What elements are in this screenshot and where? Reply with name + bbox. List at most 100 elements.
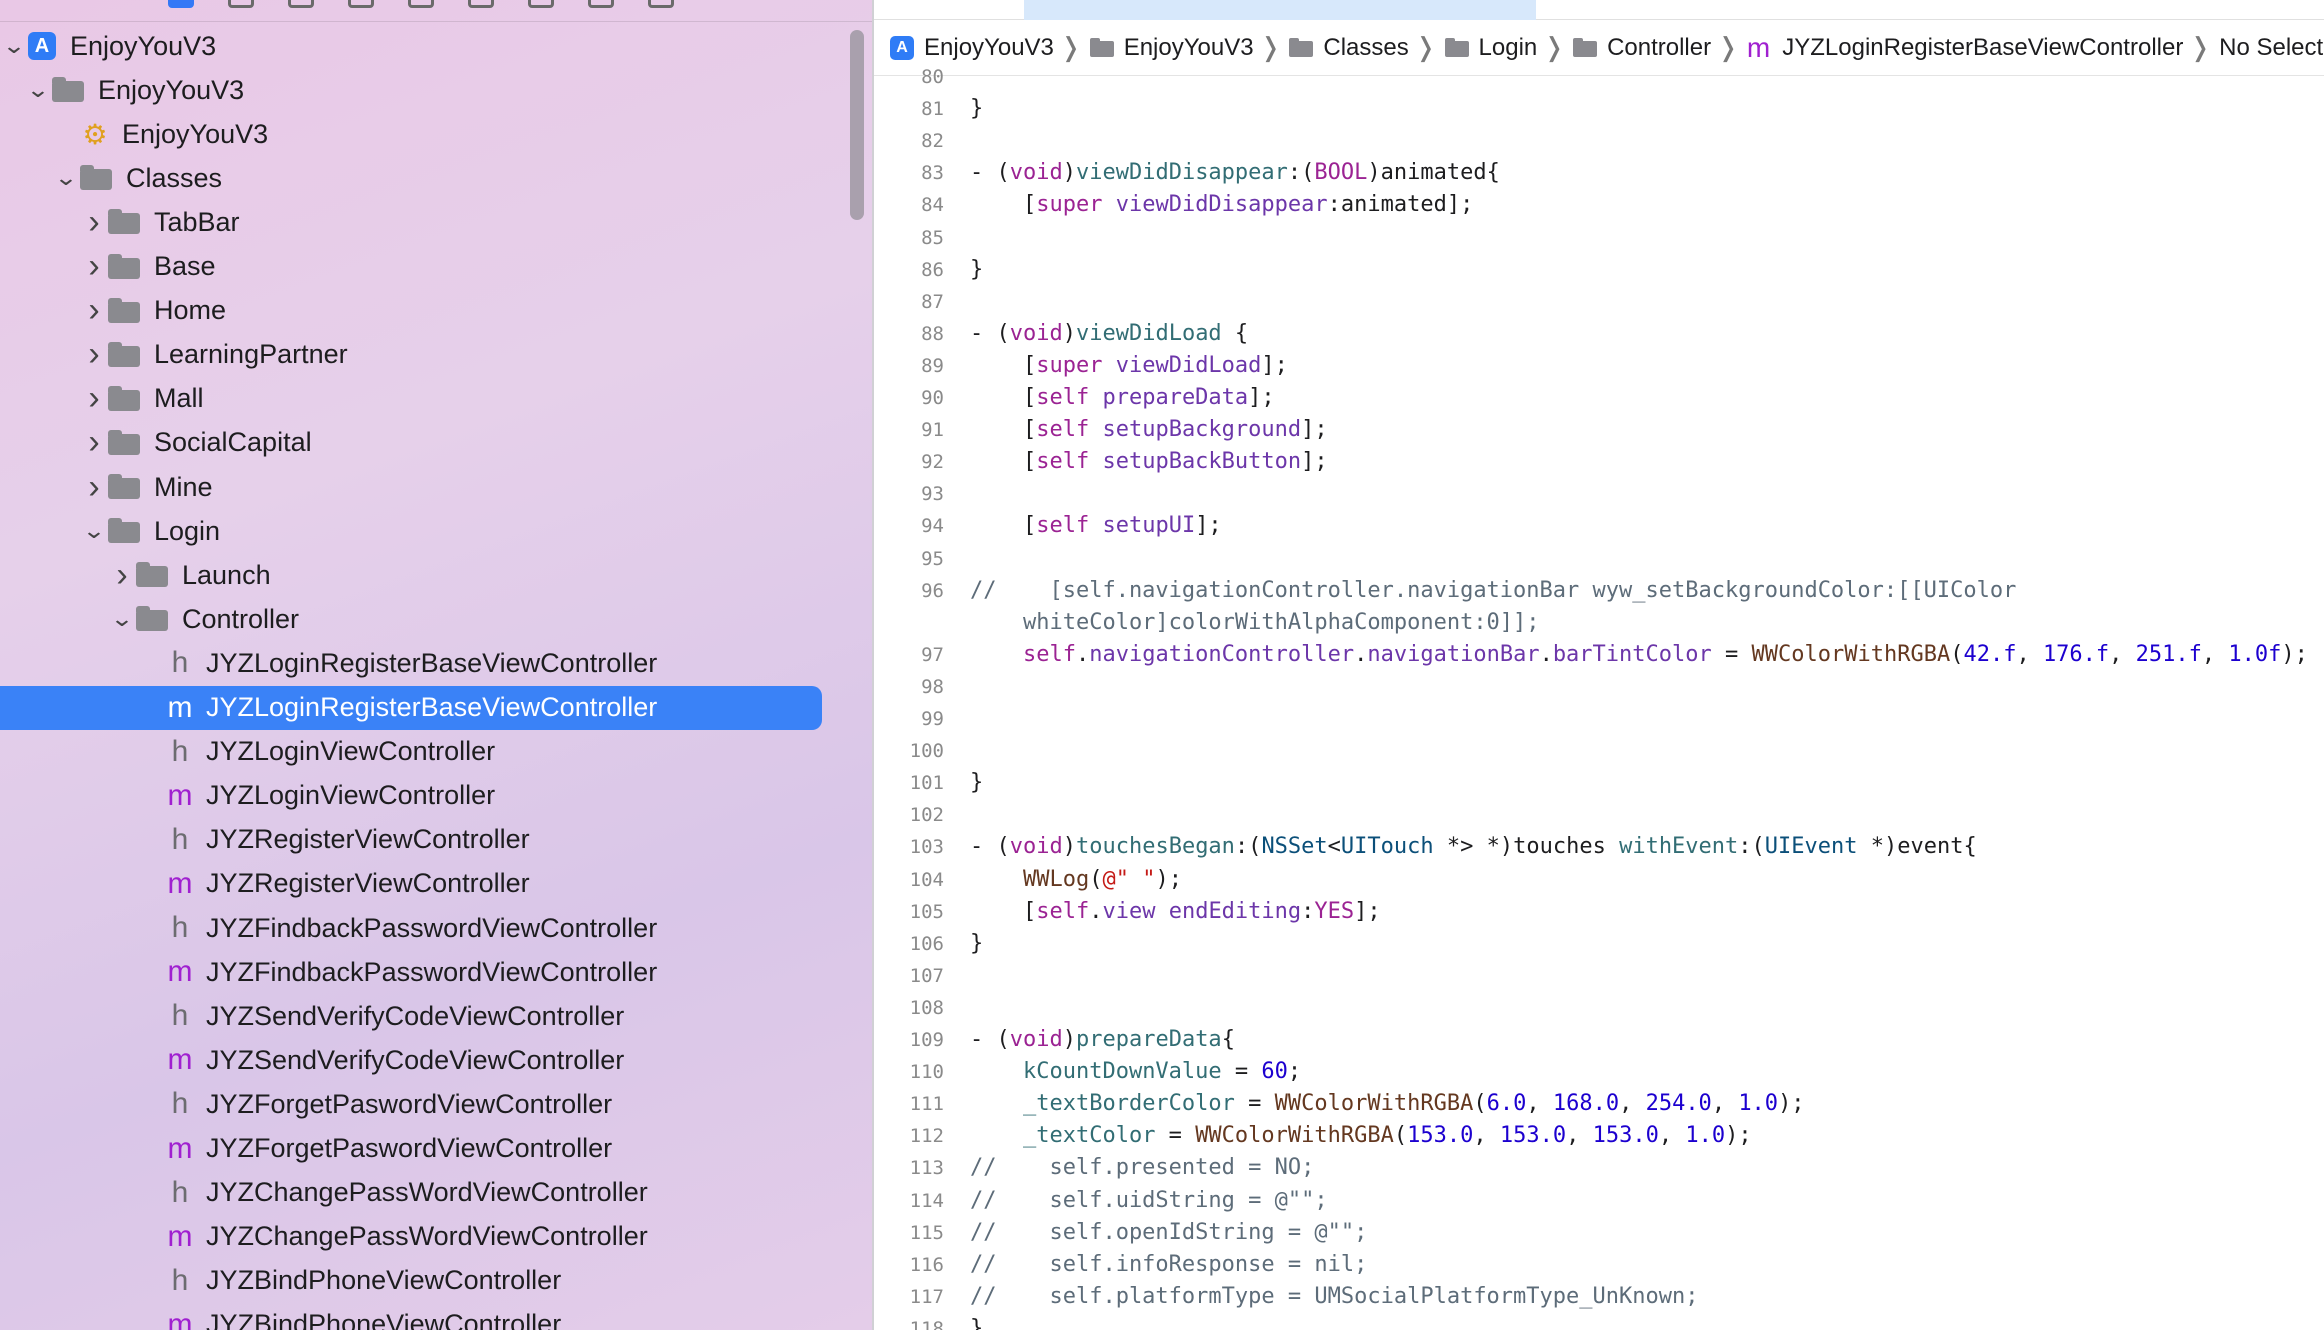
chevron-right-icon[interactable]: › bbox=[80, 245, 108, 289]
code-line[interactable]: 106} bbox=[874, 929, 2324, 961]
code-line[interactable]: 110 kCountDownValue = 60; bbox=[874, 1057, 2324, 1089]
navigator-file-row[interactable]: h JYZLoginRegisterBaseViewController bbox=[0, 641, 830, 685]
code-line[interactable]: 83 - (void)viewDidDisappear:(BOOL)animate… bbox=[874, 158, 2324, 190]
navigator-group-row[interactable]: ⌄ A EnjoyYouV3 bbox=[0, 24, 830, 68]
chevron-down-icon[interactable]: ⌄ bbox=[76, 509, 112, 553]
code-line[interactable]: 87 bbox=[874, 287, 2324, 319]
breadcrumb-item[interactable]: EnjoyYouV3 ❭ bbox=[1089, 32, 1290, 63]
symbol-navigator-icon[interactable] bbox=[288, 0, 314, 8]
code-line[interactable]: 97 self.navigationController.navigationB… bbox=[874, 640, 2324, 672]
code-line[interactable]: 117 // self.platformType = UMSocialPlatfo… bbox=[874, 1282, 2324, 1314]
navigator-file-row[interactable]: m JYZLoginRegisterBaseViewController bbox=[0, 685, 822, 730]
chevron-right-icon[interactable]: › bbox=[80, 465, 108, 509]
code-line[interactable]: whiteColor]colorWithAlphaComponent:0]]; bbox=[874, 608, 2324, 640]
code-line[interactable]: 86} bbox=[874, 255, 2324, 287]
navigator-file-row[interactable]: h JYZChangePassWordViewController bbox=[0, 1171, 830, 1215]
active-editor-tab[interactable] bbox=[1024, 0, 1536, 20]
chevron-right-icon[interactable]: › bbox=[80, 421, 108, 465]
chevron-down-icon[interactable]: ⌄ bbox=[20, 68, 56, 112]
navigator-group-row[interactable]: › Mall bbox=[0, 377, 830, 421]
breadcrumb-item[interactable]: Login ❭ bbox=[1444, 32, 1574, 63]
chevron-down-icon[interactable]: ⌄ bbox=[48, 156, 84, 200]
code-line[interactable]: 102 bbox=[874, 800, 2324, 832]
code-line[interactable]: 101} bbox=[874, 768, 2324, 800]
code-line[interactable]: 113 // self.presented = NO; bbox=[874, 1153, 2324, 1185]
code-line[interactable]: 89 [super viewDidLoad]; bbox=[874, 351, 2324, 383]
code-line[interactable]: 95 bbox=[874, 544, 2324, 576]
navigator-group-row[interactable]: › Home bbox=[0, 289, 830, 333]
navigator-file-row[interactable]: m JYZFindbackPasswordViewController bbox=[0, 950, 830, 994]
chevron-down-icon[interactable]: ⌄ bbox=[0, 24, 32, 68]
navigator-group-row[interactable]: › TabBar bbox=[0, 200, 830, 244]
chevron-right-icon[interactable]: › bbox=[80, 289, 108, 333]
code-line[interactable]: 114 // self.uidString = @""; bbox=[874, 1186, 2324, 1218]
navigator-file-row[interactable]: h JYZLoginViewController bbox=[0, 730, 830, 774]
code-line[interactable]: 104 WWLog(@" "); bbox=[874, 865, 2324, 897]
navigator-file-row[interactable]: m JYZSendVerifyCodeViewController bbox=[0, 1038, 830, 1082]
chevron-right-icon[interactable]: › bbox=[108, 553, 136, 597]
chevron-right-icon[interactable]: › bbox=[80, 333, 108, 377]
navigator-file-row[interactable]: ⚙ EnjoyYouV3 bbox=[0, 112, 830, 156]
project-navigator-icon[interactable] bbox=[168, 0, 194, 8]
breadcrumb-item[interactable]: A EnjoyYouV3 ❭ bbox=[890, 32, 1090, 63]
breadcrumb-item[interactable]: Controller ❭ bbox=[1573, 32, 1747, 63]
code-line[interactable]: 98 bbox=[874, 672, 2324, 704]
code-line[interactable]: 103 - (void)touchesBegan:(NSSet<UITouch *… bbox=[874, 832, 2324, 864]
code-line[interactable]: 107 bbox=[874, 961, 2324, 993]
chevron-down-icon[interactable]: ⌄ bbox=[104, 597, 140, 641]
code-line[interactable]: 109 - (void)prepareData{ bbox=[874, 1025, 2324, 1057]
code-line[interactable]: 80 bbox=[874, 62, 2324, 94]
breadcrumb-item[interactable]: Classes ❭ bbox=[1289, 32, 1444, 63]
navigator-file-row[interactable]: h JYZRegisterViewController bbox=[0, 818, 830, 862]
navigator-file-row[interactable]: m JYZBindPhoneViewController bbox=[0, 1303, 830, 1330]
navigator-file-row[interactable]: m JYZChangePassWordViewController bbox=[0, 1215, 830, 1259]
navigator-scrollbar[interactable] bbox=[850, 30, 864, 220]
navigator-group-row[interactable]: ⌄ Classes bbox=[0, 156, 830, 200]
chevron-right-icon[interactable]: › bbox=[80, 377, 108, 421]
code-line[interactable]: 84 [super viewDidDisappear:animated]; bbox=[874, 190, 2324, 222]
code-line[interactable]: 90 [self prepareData]; bbox=[874, 383, 2324, 415]
navigator-file-row[interactable]: h JYZSendVerifyCodeViewController bbox=[0, 994, 830, 1038]
code-line[interactable]: 105 [self.view endEditing:YES]; bbox=[874, 897, 2324, 929]
code-line[interactable]: 111 _textBorderColor = WWColorWithRGBA(6… bbox=[874, 1089, 2324, 1121]
navigator-group-row[interactable]: › LearningPartner bbox=[0, 333, 830, 377]
code-line[interactable]: 93 bbox=[874, 479, 2324, 511]
code-line[interactable]: 82 bbox=[874, 126, 2324, 158]
code-line[interactable]: 116 // self.infoResponse = nil; bbox=[874, 1250, 2324, 1282]
report-navigator-icon[interactable] bbox=[648, 0, 674, 8]
code-line[interactable]: 115 // self.openIdString = @""; bbox=[874, 1218, 2324, 1250]
navigator-group-row[interactable]: › Mine bbox=[0, 465, 830, 509]
navigator-file-row[interactable]: h JYZFindbackPasswordViewController bbox=[0, 906, 830, 950]
code-line[interactable]: 118} bbox=[874, 1314, 2324, 1330]
code-line[interactable]: 108 bbox=[874, 993, 2324, 1025]
issue-navigator-icon[interactable] bbox=[408, 0, 434, 8]
navigator-group-row[interactable]: › Base bbox=[0, 245, 830, 289]
code-line[interactable]: 99 bbox=[874, 704, 2324, 736]
breadcrumb-item[interactable]: No Selection bbox=[2219, 34, 2324, 62]
navigator-file-row[interactable]: m JYZForgetPaswordViewController bbox=[0, 1127, 830, 1171]
find-navigator-icon[interactable] bbox=[348, 0, 374, 8]
code-line[interactable]: 91 [self setupBackground]; bbox=[874, 415, 2324, 447]
navigator-group-row[interactable]: › SocialCapital bbox=[0, 421, 830, 465]
navigator-file-row[interactable]: h JYZForgetPaswordViewController bbox=[0, 1082, 830, 1126]
breakpoint-navigator-icon[interactable] bbox=[588, 0, 614, 8]
navigator-file-row[interactable]: m JYZRegisterViewController bbox=[0, 862, 830, 906]
source-control-icon[interactable] bbox=[228, 0, 254, 8]
navigator-group-row[interactable]: ⌄ EnjoyYouV3 bbox=[0, 68, 830, 112]
code-line[interactable]: 112 _textColor = WWColorWithRGBA(153.0, … bbox=[874, 1121, 2324, 1153]
navigator-group-row[interactable]: ⌄ Controller bbox=[0, 597, 830, 641]
chevron-right-icon[interactable]: › bbox=[80, 200, 108, 244]
code-line[interactable]: 85 bbox=[874, 223, 2324, 255]
navigator-group-row[interactable]: ⌄ Login bbox=[0, 509, 830, 553]
navigator-file-row[interactable]: m JYZLoginViewController bbox=[0, 774, 830, 818]
test-navigator-icon[interactable] bbox=[468, 0, 494, 8]
code-line[interactable]: 81} bbox=[874, 94, 2324, 126]
navigator-file-row[interactable]: h JYZBindPhoneViewController bbox=[0, 1259, 830, 1303]
code-line[interactable]: 94 [self setupUI]; bbox=[874, 511, 2324, 543]
breadcrumb-item[interactable]: m JYZLoginRegisterBaseViewController ❭ bbox=[1747, 32, 2219, 64]
code-line[interactable]: 100 bbox=[874, 736, 2324, 768]
code-line[interactable]: 92 [self setupBackButton]; bbox=[874, 447, 2324, 479]
code-line[interactable]: 96 // [self.navigationController.navigati… bbox=[874, 576, 2324, 608]
debug-navigator-icon[interactable] bbox=[528, 0, 554, 8]
navigator-group-row[interactable]: › Launch bbox=[0, 553, 830, 597]
